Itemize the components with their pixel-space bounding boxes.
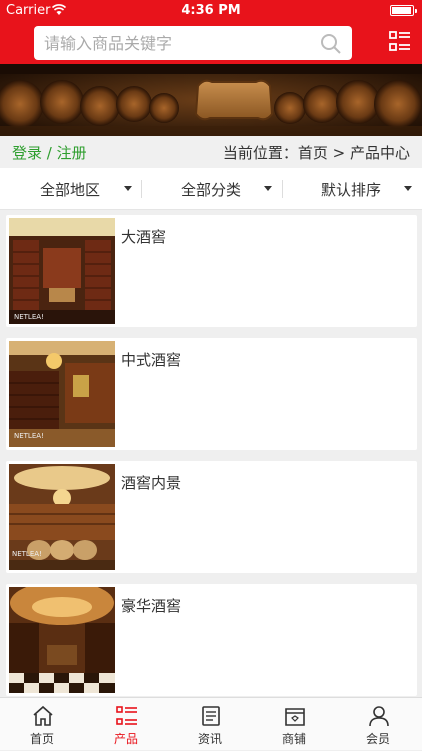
product-title[interactable]: 酒窖内景 [121,472,181,493]
tab-member[interactable]: 会员 [336,698,420,751]
product-thumbnail[interactable]: NETLEA! [9,218,115,324]
tab-home[interactable]: 首页 [0,698,84,751]
filter-region-label: 全部地区 [40,179,100,200]
auth-separator: / [42,144,57,162]
category-menu-icon[interactable] [388,30,412,54]
product-thumbnail[interactable] [9,587,115,693]
header [0,22,422,64]
product-list-icon [116,705,138,727]
product-card[interactable]: NETLEA! 大酒窖 [6,215,417,327]
tab-stores-label: 商铺 [252,730,336,747]
store-icon [284,705,306,727]
chevron-down-icon [404,186,412,191]
home-icon [32,705,54,727]
search-icon[interactable] [320,33,342,55]
chevron-down-icon [124,186,132,191]
tab-products[interactable]: 产品 [84,698,168,751]
search-box[interactable] [34,26,352,60]
breadcrumb: 当前位置：首页 > 产品中心 [223,142,410,163]
login-link[interactable]: 登录 [12,144,42,162]
tab-home-label: 首页 [0,730,84,747]
auth-links: 登录 / 注册 [12,142,87,163]
filter-bar: 全部地区 全部分类 默认排序 [0,168,422,210]
product-thumbnail[interactable]: NETLEA! [9,341,115,447]
filter-category-label: 全部分类 [181,179,241,200]
svg-text:NETLEA!: NETLEA! [14,432,44,440]
filter-category[interactable]: 全部分类 [141,168,281,210]
breadcrumb-row: 登录 / 注册 当前位置：首页 > 产品中心 [0,136,422,168]
register-link[interactable]: 注册 [57,144,87,162]
battery-icon [390,5,414,16]
product-title[interactable]: 大酒窖 [121,226,166,247]
product-title[interactable]: 豪华酒窖 [121,595,181,616]
tab-stores[interactable]: 商铺 [252,698,336,751]
tab-products-label: 产品 [84,730,168,747]
search-input[interactable] [44,26,314,60]
svg-text:NETLEA!: NETLEA! [12,550,42,558]
product-card[interactable]: 豪华酒窖 [6,584,417,696]
chevron-down-icon [264,186,272,191]
tab-news-label: 资讯 [168,730,252,747]
filter-sort[interactable]: 默认排序 [282,168,422,210]
svg-text:NETLEA!: NETLEA! [14,313,44,321]
product-thumbnail[interactable]: NETLEA! [9,464,115,570]
news-icon [200,705,222,727]
tab-news[interactable]: 资讯 [168,698,252,751]
status-bar: Carrier 4:36 PM [0,0,422,22]
filter-sort-label: 默认排序 [321,179,381,200]
product-card[interactable]: NETLEA! 中式酒窖 [6,338,417,450]
member-icon [368,705,390,727]
clock: 4:36 PM [0,3,422,18]
product-card[interactable]: NETLEA! 酒窖内景 [6,461,417,573]
product-title[interactable]: 中式酒窖 [121,349,181,370]
tab-member-label: 会员 [336,730,420,747]
filter-region[interactable]: 全部地区 [0,168,140,210]
tab-bar: 首页 产品 资讯 商铺 会员 [0,697,422,750]
banner-image[interactable] [0,64,422,136]
